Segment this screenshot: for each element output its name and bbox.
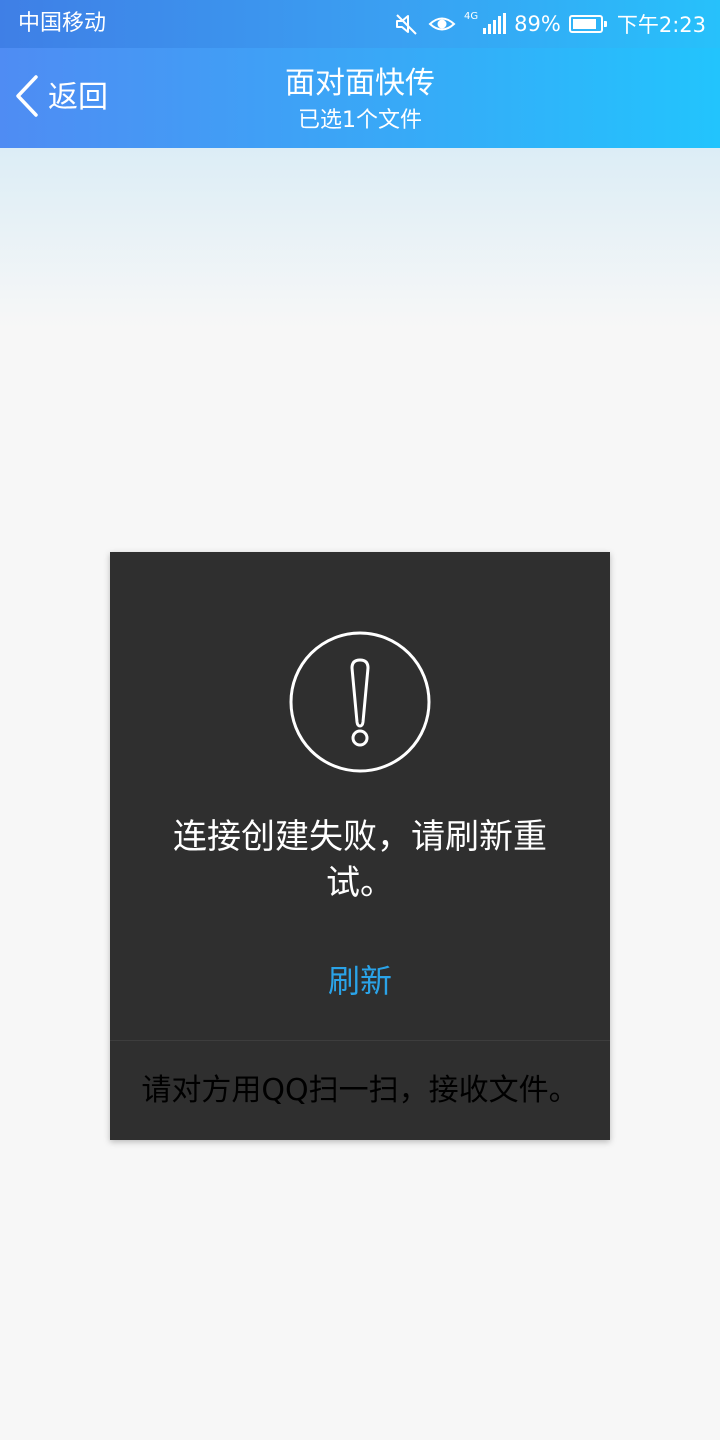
signal-icon — [482, 13, 507, 35]
status-icons: 4G 89% 下午2:23 — [394, 8, 706, 40]
battery-fill — [572, 19, 596, 29]
error-message: 连接创建失败，请刷新重试。 — [173, 817, 547, 903]
battery-icon — [568, 15, 607, 33]
back-label: 返回 — [48, 80, 108, 115]
page-subtitle: 已选1个文件 — [298, 108, 422, 133]
content-background — [0, 148, 720, 328]
page-title: 面对面快传 — [285, 66, 435, 101]
network-type-label: 4G — [464, 11, 479, 22]
chevron-left-icon — [14, 74, 40, 122]
carrier-label: 中国移动 — [18, 11, 107, 36]
error-dialog: 连接创建失败，请刷新重试。 刷新 请对方用QQ扫一扫，接收文件。 — [110, 552, 610, 1140]
title-group: 面对面快传 已选1个文件 — [160, 64, 560, 136]
title-bar: 返回 面对面快传 已选1个文件 — [0, 48, 720, 148]
back-button[interactable]: 返回 — [14, 74, 108, 122]
battery-percent: 89% — [514, 12, 561, 36]
clock: 下午2:23 — [616, 13, 706, 37]
mute-icon — [394, 12, 420, 36]
alert-circle-icon — [288, 630, 432, 774]
eye-icon — [428, 12, 456, 36]
refresh-button[interactable]: 刷新 — [300, 956, 420, 1006]
scan-instruction: 请对方用QQ扫一扫，接收文件。 — [141, 1073, 579, 1108]
status-bar: 中国移动 4G 89% 下午2:23 — [0, 0, 720, 48]
